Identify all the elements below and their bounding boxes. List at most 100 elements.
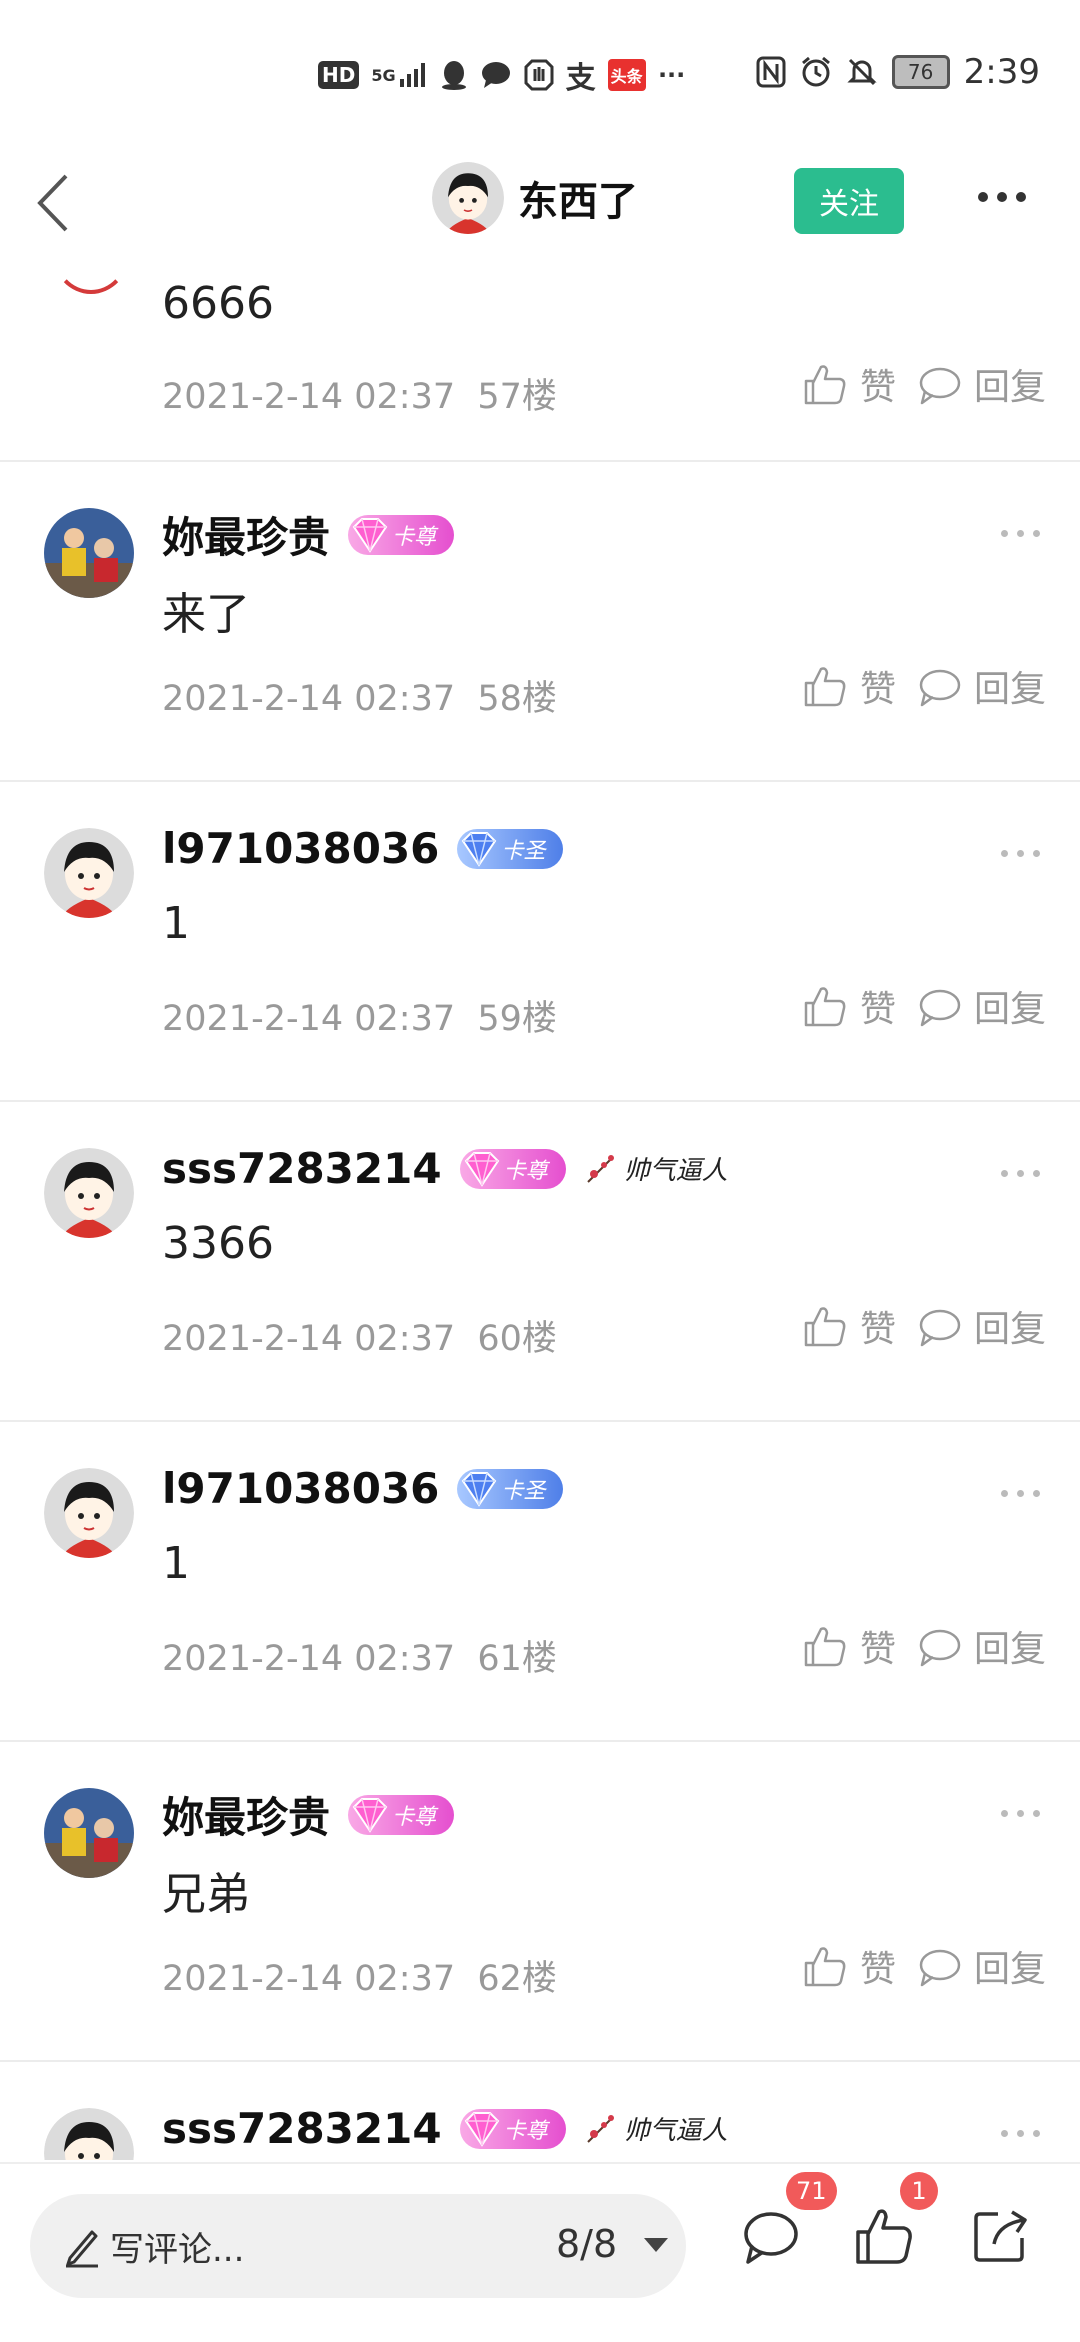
alipay-icon: 支	[565, 61, 596, 96]
hd-icon: HD	[318, 61, 360, 89]
follow-button[interactable]: 关注	[794, 168, 904, 234]
speech-bubble-icon	[919, 989, 961, 1027]
reply-button[interactable]: 回复	[916, 1300, 1046, 1352]
reply-button[interactable]: 回复	[916, 660, 1046, 712]
signal-5g-icon: 5G	[371, 58, 427, 92]
comment-more-button[interactable]	[1001, 530, 1040, 537]
comment-item: sss7283214 卡尊 帅气逼人	[0, 2060, 1080, 2160]
like-button[interactable]: 赞	[802, 660, 896, 712]
comment-item: 妳最珍贵 卡尊 兄弟 2021-2-14 02:37 62楼 赞 回复	[0, 1740, 1080, 2062]
comment-header: 妳最珍贵 卡尊	[162, 504, 455, 565]
username[interactable]: l971038036	[162, 1464, 439, 1513]
comment-more-button[interactable]	[1001, 1810, 1040, 1817]
hand-icon	[524, 58, 554, 92]
thumbs-up-icon	[804, 1627, 846, 1667]
avatar[interactable]	[432, 162, 504, 234]
avatar[interactable]	[44, 828, 134, 918]
username[interactable]: 妳最珍贵	[162, 504, 330, 565]
dot-icon	[1016, 192, 1026, 202]
comment-meta: 2021-2-14 02:37 58楼	[162, 670, 557, 721]
username[interactable]: l971038036	[162, 824, 439, 873]
comment-list[interactable]: 6666 2021-2-14 02:37 57楼 赞 回复 妳最珍贵 卡尊 来了…	[0, 260, 1080, 2160]
alarm-icon	[800, 55, 832, 89]
reply-button[interactable]: 回复	[916, 1940, 1046, 1992]
like-count-badge: 1	[900, 2172, 938, 2210]
dot-icon	[1017, 1810, 1024, 1817]
reply-label: 回复	[973, 1949, 1046, 1990]
comments-button[interactable]	[738, 2204, 802, 2268]
like-label: 赞	[859, 669, 896, 710]
like-button[interactable]: 赞	[802, 1300, 896, 1352]
comment-more-button[interactable]	[1001, 1490, 1040, 1497]
comment-more-button[interactable]	[1001, 2130, 1040, 2137]
avatar[interactable]	[44, 508, 134, 598]
comment-more-button[interactable]	[1001, 1170, 1040, 1177]
thumbs-up-icon	[856, 2209, 912, 2264]
page-indicator[interactable]: 8/8	[556, 2222, 617, 2266]
dot-icon	[1001, 2130, 1008, 2137]
comment-text: 来了	[162, 589, 250, 640]
avatar	[52, 260, 130, 294]
bottom-bar: 写评论... 8/8 71 1	[0, 2162, 1080, 2342]
avatar[interactable]	[44, 1468, 134, 1558]
level-badge: 卡尊	[459, 2108, 566, 2149]
comment-item: l971038036 卡圣 1 2021-2-14 02:37 61楼 赞 回复	[0, 1420, 1080, 1742]
dot-icon	[1001, 530, 1008, 537]
thumbs-up-icon	[804, 1947, 846, 1987]
comment-timestamp: 2021-2-14 02:37	[162, 1959, 456, 1999]
reply-button[interactable]: 回复	[916, 1620, 1046, 1672]
comment-item: 妳最珍贵 卡尊 来了 2021-2-14 02:37 58楼 赞 回复	[0, 460, 1080, 782]
back-button[interactable]	[28, 168, 88, 238]
chevron-down-icon[interactable]	[644, 2238, 668, 2252]
chevron-left-icon	[37, 174, 68, 232]
dot-icon	[1017, 530, 1024, 537]
reply-label: 回复	[973, 1629, 1046, 1670]
comment-item: l971038036 卡圣 1 2021-2-14 02:37 59楼 赞 回复	[0, 780, 1080, 1102]
share-button[interactable]	[968, 2204, 1032, 2268]
dot-icon	[1017, 850, 1024, 857]
avatar[interactable]	[44, 1148, 134, 1238]
comment-floor: 57楼	[477, 377, 557, 417]
diamond-icon	[352, 1797, 388, 1833]
plum-blossom-icon	[586, 2114, 614, 2143]
more-options-button[interactable]	[978, 192, 1026, 202]
like-label: 赞	[859, 367, 896, 408]
speech-bubble-icon	[919, 367, 961, 405]
like-button[interactable]: 赞	[802, 358, 896, 410]
clock: 2:39	[963, 52, 1040, 92]
share-icon	[974, 2210, 1027, 2262]
avatar[interactable]	[44, 1788, 134, 1878]
comment-text: 3366	[162, 1218, 274, 1269]
header-user[interactable]: 东西了	[432, 162, 638, 234]
reply-button[interactable]: 回复	[916, 980, 1046, 1032]
username[interactable]: sss7283214	[162, 2104, 442, 2153]
dot-icon	[1033, 530, 1040, 537]
like-button[interactable]: 赞	[802, 1620, 896, 1672]
comment-floor: 62楼	[477, 1959, 557, 1999]
comment-header: l971038036 卡圣	[162, 1464, 564, 1513]
comment-header: sss7283214 卡尊 帅气逼人	[162, 2104, 728, 2153]
level-badge: 卡尊	[459, 1148, 566, 1189]
diamond-icon	[462, 1471, 497, 1507]
comment-meta: 2021-2-14 02:37 57楼	[162, 368, 557, 419]
status-icons-right: 76 2:39	[756, 52, 1040, 92]
battery-icon: 76	[891, 55, 950, 89]
dot-icon	[1033, 850, 1040, 857]
diamond-icon	[462, 831, 497, 867]
username[interactable]: sss7283214	[162, 1144, 442, 1193]
dot-icon	[1033, 1490, 1040, 1497]
username[interactable]: 妳最珍贵	[162, 1784, 330, 1845]
comment-timestamp: 2021-2-14 02:37	[162, 377, 456, 417]
like-button[interactable]: 赞	[802, 980, 896, 1032]
like-post-button[interactable]	[852, 2204, 916, 2268]
comment-more-button[interactable]	[1001, 850, 1040, 857]
comment-timestamp: 2021-2-14 02:37	[162, 999, 456, 1039]
reply-button[interactable]: 回复	[916, 358, 1046, 410]
level-badge: 卡尊	[348, 514, 455, 555]
like-label: 赞	[859, 1309, 896, 1350]
comment-text: 1	[162, 1538, 190, 1589]
reply-label: 回复	[973, 989, 1046, 1030]
like-button[interactable]: 赞	[802, 1940, 896, 1992]
comment-input[interactable]: 写评论... 8/8	[30, 2194, 686, 2298]
avatar[interactable]	[44, 2108, 134, 2160]
